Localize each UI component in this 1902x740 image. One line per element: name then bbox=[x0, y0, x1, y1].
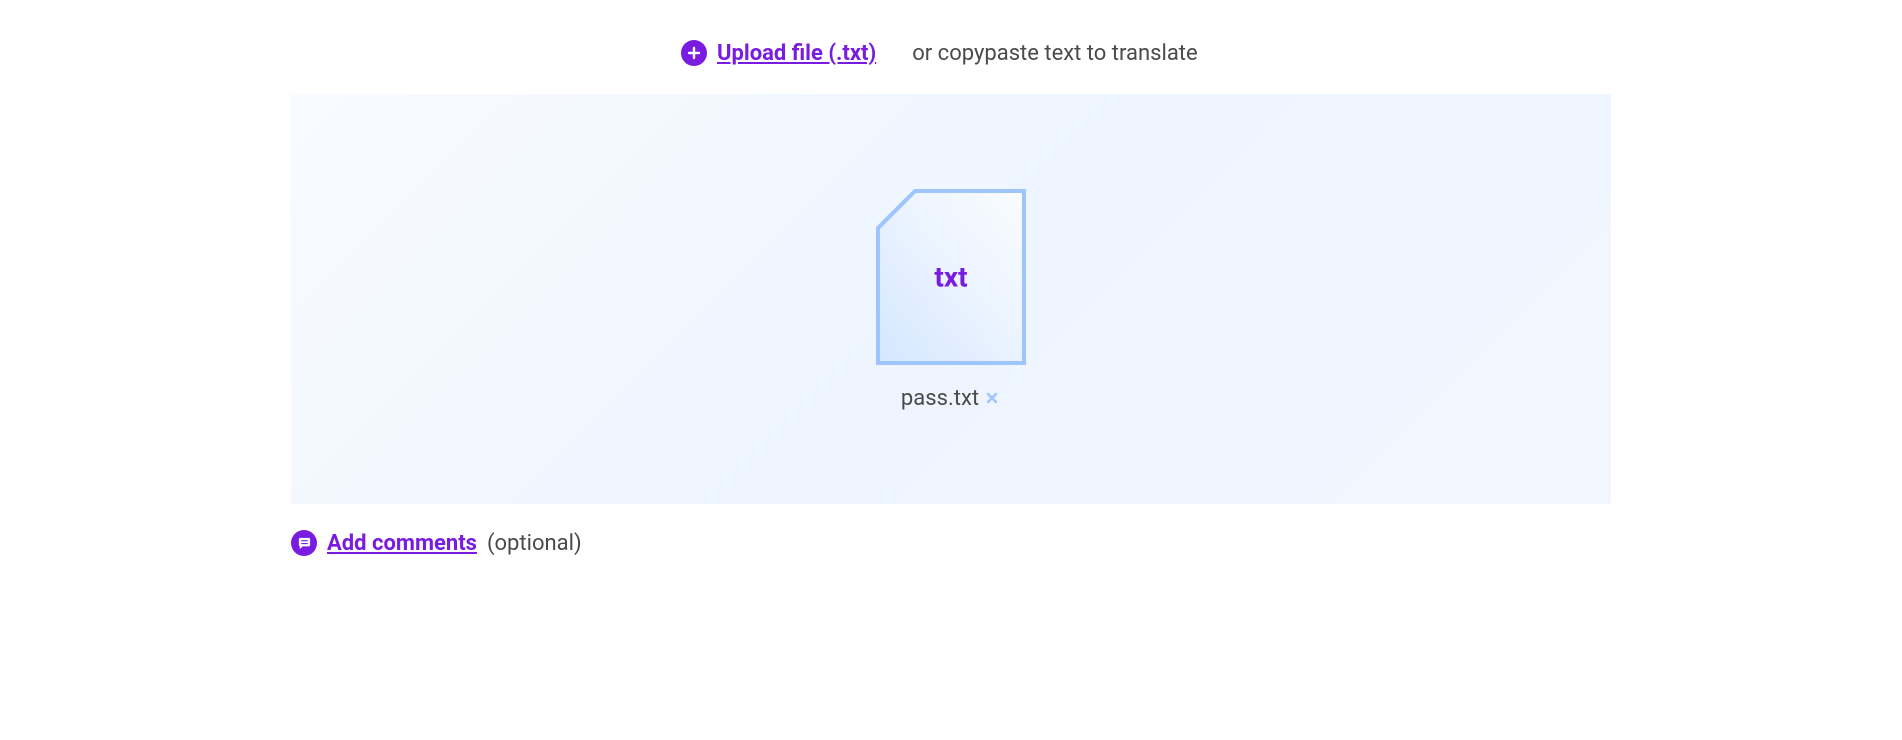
uploaded-file-name: pass.txt bbox=[901, 386, 979, 411]
upload-file-link-label: Upload file (.txt) bbox=[717, 41, 876, 66]
remove-file-icon[interactable] bbox=[983, 386, 1001, 410]
file-extension-label: txt bbox=[934, 260, 967, 293]
or-copypaste-text: or copypaste text to translate bbox=[912, 41, 1197, 66]
file-dropzone[interactable]: txt pass.txt bbox=[291, 94, 1611, 504]
upload-file-button[interactable]: Upload file (.txt) bbox=[681, 40, 876, 66]
file-name-row: pass.txt bbox=[901, 386, 1001, 411]
upload-header: Upload file (.txt) or copypaste text to … bbox=[291, 40, 1611, 66]
add-comments-link[interactable]: Add comments bbox=[327, 531, 477, 556]
add-comments-row: Add comments (optional) bbox=[291, 530, 1611, 556]
comment-icon bbox=[291, 530, 317, 556]
optional-label: (optional) bbox=[487, 531, 582, 556]
plus-icon bbox=[681, 40, 707, 66]
upload-translate-panel: Upload file (.txt) or copypaste text to … bbox=[271, 40, 1631, 556]
file-icon: txt bbox=[875, 188, 1027, 366]
